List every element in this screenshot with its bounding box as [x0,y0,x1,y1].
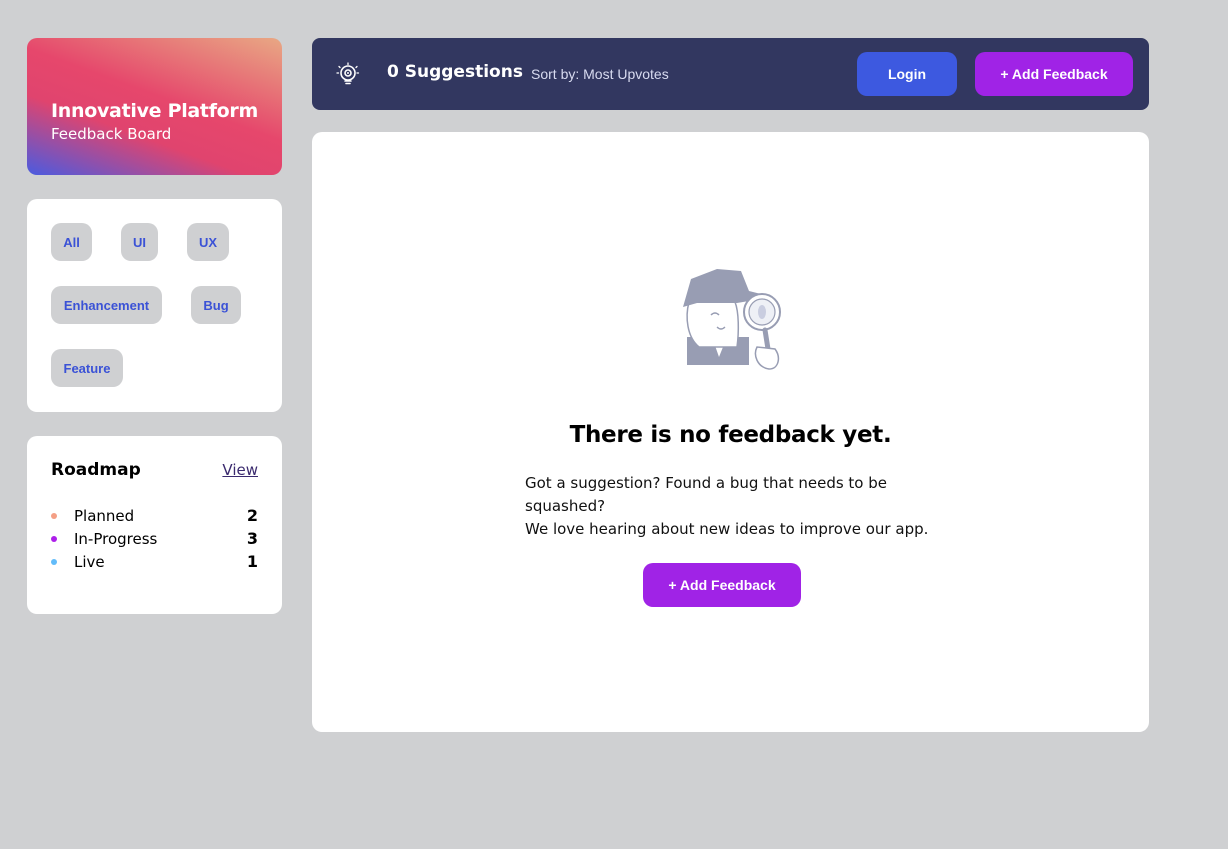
empty-state-description: Got a suggestion? Found a bug that needs… [525,472,965,541]
add-feedback-button-empty[interactable]: + Add Feedback [643,563,801,607]
roadmap-item-label: Planned [74,506,135,525]
tag-all[interactable]: All [51,223,92,261]
roadmap-item-label: Live [74,552,105,571]
tag-bug[interactable]: Bug [191,286,241,324]
roadmap-view-link[interactable]: View [222,461,258,479]
roadmap-item-planned: Planned 2 [51,504,258,527]
roadmap-card: Roadmap View Planned 2 In-Progress 3 Liv… [27,436,282,614]
tag-feature[interactable]: Feature [51,349,123,387]
detective-illustration [683,269,781,370]
empty-state-line: We love hearing about new ideas to impro… [525,520,929,538]
empty-state-card: There is no feedback yet. Got a suggesti… [312,132,1149,732]
tag-ux[interactable]: UX [187,223,229,261]
roadmap-item-count: 1 [246,552,258,571]
empty-state-line: Got a suggestion? Found a bug that needs… [525,474,888,515]
tag-ui[interactable]: UI [121,223,158,261]
bulb-icon [336,62,360,85]
suggestions-count: 0 Suggestions [387,62,523,82]
roadmap-item-count: 2 [246,506,258,525]
tag-filter-card: All UI UX Enhancement Bug Feature [27,199,282,412]
tag-enhancement[interactable]: Enhancement [51,286,162,324]
status-dot [51,512,57,519]
roadmap-title: Roadmap [51,460,141,480]
brand-card: Innovative Platform Feedback Board [27,38,282,175]
brand-subtitle: Feedback Board [51,125,172,143]
sidebar: Innovative Platform Feedback Board All U… [27,38,282,614]
roadmap-item-in-progress: In-Progress 3 [51,527,258,550]
roadmap-item-count: 3 [246,529,258,548]
suggestions-header: 0 Suggestions Sort by: Most Upvotes Logi… [312,38,1149,110]
empty-state-title: There is no feedback yet. [569,422,892,448]
login-button[interactable]: Login [857,52,957,96]
roadmap-item-label: In-Progress [74,529,158,548]
sort-dropdown[interactable]: Sort by: Most Upvotes [531,66,669,82]
status-dot [51,558,57,565]
roadmap-list: Planned 2 In-Progress 3 Live 1 [51,504,258,573]
brand-title: Innovative Platform [51,100,258,122]
roadmap-item-live: Live 1 [51,550,258,573]
status-dot [51,535,57,542]
add-feedback-button[interactable]: + Add Feedback [975,52,1133,96]
